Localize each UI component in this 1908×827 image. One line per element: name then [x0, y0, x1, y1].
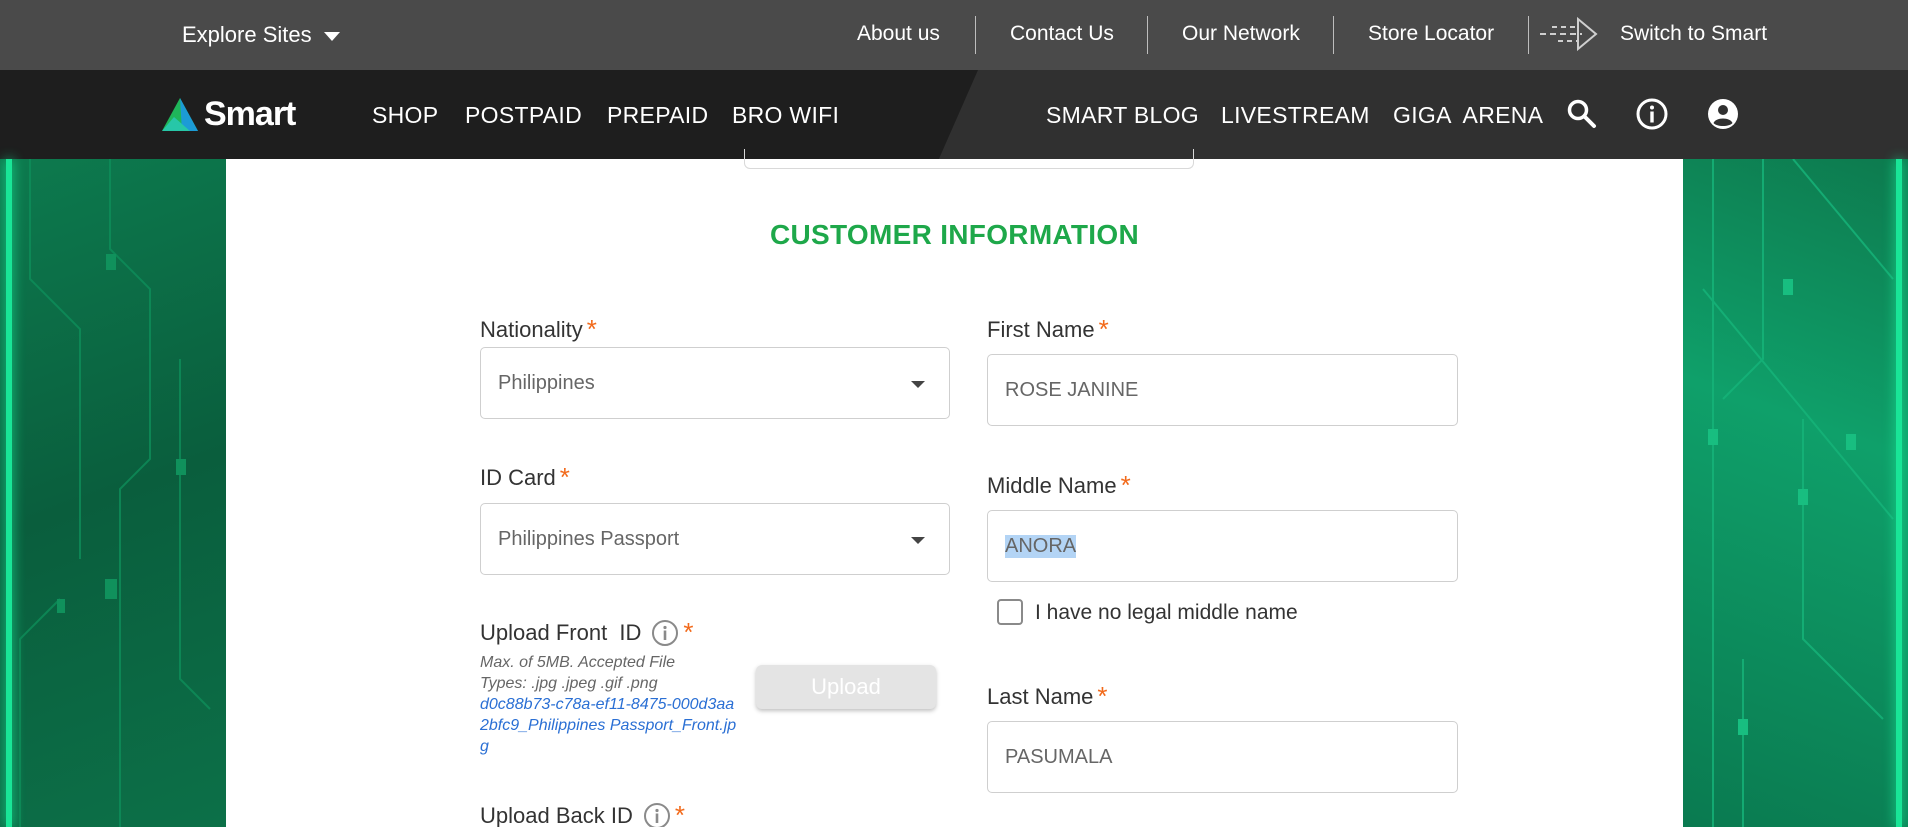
- section-title: CUSTOMER INFORMATION: [770, 219, 1139, 250]
- first-name-label: First Name *: [987, 314, 1109, 345]
- smart-logo[interactable]: Smart: [160, 95, 296, 134]
- divider: [1333, 16, 1334, 54]
- required-asterisk: *: [559, 462, 570, 492]
- main-nav: Smart SHOP POSTPAID PREPAID BRO WIFI SMA…: [0, 70, 1908, 159]
- info-icon[interactable]: [651, 619, 679, 647]
- nationality-select[interactable]: Philippines: [480, 347, 950, 419]
- store-locator-link[interactable]: Store Locator: [1368, 22, 1494, 46]
- id-card-label-text: ID Card: [480, 464, 556, 490]
- account-icon[interactable]: [1706, 97, 1740, 131]
- info-icon[interactable]: [643, 802, 671, 827]
- smart-logo-icon: [162, 97, 198, 131]
- previous-section-edge: [744, 149, 1194, 169]
- required-asterisk: *: [1097, 681, 1108, 711]
- about-us-link[interactable]: About us: [857, 22, 940, 46]
- uploaded-filename[interactable]: d0c88b73-c78a-ef11-8475-000d3aa2bfc9_Phi…: [480, 694, 740, 757]
- no-middle-name-label[interactable]: I have no legal middle name: [1035, 601, 1298, 625]
- nav-bro-wifi[interactable]: BRO WIFI: [732, 102, 839, 129]
- id-card-value: Philippines Passport: [498, 527, 680, 550]
- middle-name-label-text: Middle Name: [987, 472, 1117, 498]
- last-name-label-text: Last Name: [987, 683, 1094, 709]
- divider: [1147, 16, 1148, 54]
- nationality-value: Philippines: [498, 371, 595, 394]
- upload-back-id-label-text: Upload Back ID: [480, 802, 633, 827]
- upload-hint: Max. of 5MB. Accepted File Types: .jpg .…: [480, 654, 676, 692]
- nationality-label-text: Nationality: [480, 316, 583, 342]
- required-asterisk: *: [586, 314, 597, 344]
- contact-us-link[interactable]: Contact Us: [1010, 22, 1114, 46]
- upload-front-button[interactable]: Upload: [756, 665, 936, 709]
- search-icon[interactable]: [1565, 97, 1599, 131]
- required-asterisk: *: [674, 800, 685, 827]
- id-card-select[interactable]: Philippines Passport: [480, 503, 950, 575]
- switch-to-smart-label: Switch to Smart: [1620, 22, 1768, 45]
- first-name-input[interactable]: ROSE JANINE: [987, 354, 1458, 426]
- first-name-label-text: First Name: [987, 316, 1095, 342]
- nav-smart-blog[interactable]: SMART BLOG: [1046, 102, 1199, 129]
- required-asterisk: *: [1120, 470, 1131, 500]
- nationality-label: Nationality *: [480, 314, 597, 345]
- circuit-pattern: [19, 159, 211, 827]
- upload-front-id-label-text: Upload Front ID: [480, 619, 642, 645]
- last-name-input[interactable]: PASUMALA: [987, 721, 1458, 793]
- required-asterisk: *: [1098, 314, 1109, 344]
- switch-to-smart-link[interactable]: Switch to Smart: [1538, 16, 1767, 52]
- divider: [975, 16, 976, 54]
- logo-text: Smart: [204, 95, 296, 133]
- nav-shop[interactable]: SHOP: [372, 102, 438, 129]
- nav-prepaid[interactable]: PREPAID: [607, 102, 708, 129]
- our-network-link[interactable]: Our Network: [1182, 22, 1300, 46]
- middle-name-value: ANORA: [1005, 534, 1077, 558]
- first-name-value: ROSE JANINE: [1005, 378, 1139, 401]
- nav-giga-arena[interactable]: GIGA ARENA: [1393, 102, 1543, 129]
- form-card: CUSTOMER INFORMATION Nationality * Phili…: [226, 149, 1683, 827]
- id-card-label: ID Card *: [480, 462, 570, 493]
- utility-bar: Explore Sites About us Contact Us Our Ne…: [0, 0, 1908, 70]
- explore-sites-label: Explore Sites: [182, 22, 312, 47]
- no-middle-name-checkbox[interactable]: [997, 599, 1023, 625]
- chevron-down-icon: [323, 32, 340, 41]
- caret-down-icon: [911, 537, 925, 544]
- upload-back-id-label: Upload Back ID *: [480, 800, 685, 827]
- background-panel-right: [1683, 159, 1908, 827]
- middle-name-input[interactable]: ANORA: [987, 510, 1458, 582]
- required-asterisk: *: [683, 617, 694, 647]
- last-name-value: PASUMALA: [1005, 745, 1113, 768]
- circuit-pattern: [1702, 159, 1894, 827]
- last-name-label: Last Name *: [987, 681, 1108, 712]
- background-panel-left: [0, 159, 226, 827]
- divider: [1528, 16, 1529, 54]
- arrow-right-icon: [1540, 16, 1598, 52]
- upload-front-id-label: Upload Front ID *: [480, 617, 694, 648]
- explore-sites-dropdown[interactable]: Explore Sites: [182, 22, 340, 48]
- nav-livestream[interactable]: LIVESTREAM: [1221, 102, 1370, 129]
- middle-name-label: Middle Name *: [987, 470, 1131, 501]
- info-icon[interactable]: [1635, 97, 1669, 131]
- caret-down-icon: [911, 381, 925, 388]
- nav-postpaid[interactable]: POSTPAID: [465, 102, 582, 129]
